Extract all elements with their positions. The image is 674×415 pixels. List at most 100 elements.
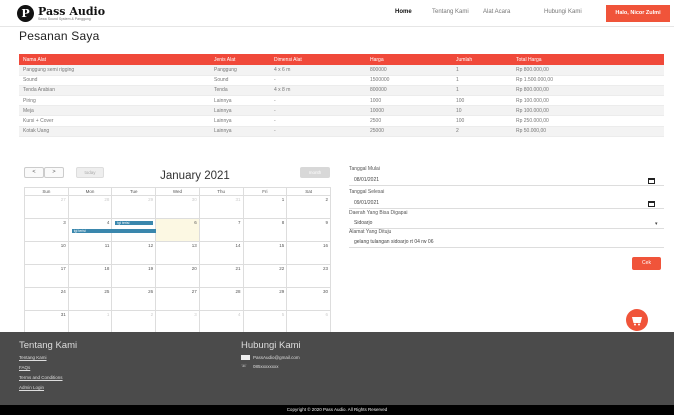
area-select[interactable]: Sidoarjo [349,218,664,229]
calendar-event[interactable]: tgl terisi [115,221,154,225]
mail-icon [241,355,250,360]
footer-link-admin-login[interactable]: Admin Login [19,385,44,390]
col-dimensi-alat: Dimensi Alat [270,54,366,65]
calendar-day[interactable]: 27 [155,287,200,311]
calendar-next-button[interactable]: > [44,167,64,178]
calendar-day[interactable]: 10 [24,241,69,265]
calendar-icon[interactable] [648,178,655,184]
calendar-day[interactable]: 30 [286,287,331,311]
calendar-day[interactable]: 3 [155,310,200,334]
cell: Piring [19,95,210,107]
calendar-day[interactable]: 7 [198,218,244,242]
calendar-day[interactable]: 2 [286,195,331,219]
calendar-day[interactable]: 9 [286,218,331,242]
day-number: 29 [279,289,285,294]
calendar-day[interactable]: 26 [111,287,157,311]
cell: Rp 50.000,00 [512,126,664,137]
calendar-day[interactable]: 25 [67,287,113,311]
calendar-day[interactable]: 23 [286,264,331,288]
calendar-day[interactable]: 22 [242,264,288,288]
calendar-day[interactable]: 29 [242,287,288,311]
footer-link-faqs[interactable]: FAQs [19,365,30,370]
chevron-down-icon[interactable]: ▾ [655,221,658,227]
calendar-day[interactable]: 1 [242,195,288,219]
start-date-field[interactable]: 08/01/2021 [349,175,664,186]
day-number: 5 [281,312,285,317]
calendar-icon[interactable] [648,201,655,207]
day-number: 6 [325,312,328,317]
calendar-day[interactable]: 24 [24,287,69,311]
cell: Rp 800.000,00 [512,65,664,76]
calendar-day[interactable]: 29 [111,195,157,219]
calendar-day[interactable]: 28 [67,195,113,219]
cart-icon[interactable] [626,309,648,331]
footer-link-terms[interactable]: Terms and Conditions [19,375,63,380]
calendar-day[interactable]: 2 [111,310,157,334]
logo-icon[interactable]: P [17,5,34,22]
calendar-day[interactable]: 6 [286,310,331,334]
cell: 1000 [366,95,452,107]
end-date-field[interactable]: 09/01/2021 [349,198,664,209]
calendar-day[interactable]: 30 [155,195,200,219]
cell: 10000 [366,105,452,117]
calendar-day[interactable]: 18 [67,264,113,288]
calendar-day-today[interactable]: 6 [155,218,200,242]
day-number: 28 [104,197,110,202]
cell: Lainnya [210,126,270,137]
calendar-day[interactable]: 15 [242,241,288,265]
day-number: 14 [235,243,241,248]
calendar-day[interactable]: 17 [24,264,69,288]
weekday-header: Sat [286,187,331,196]
calendar-day[interactable]: 16 [286,241,331,265]
footer-phone[interactable]: 085xxxxxxxx [253,364,279,369]
day-number: 30 [191,197,197,202]
nav-alat-acara[interactable]: Alat Acara [483,9,510,15]
day-number: 4 [106,220,110,225]
calendar-prev-button[interactable]: < [24,167,44,178]
calendar-day[interactable]: 31 [198,195,244,219]
table-row: Panggung semi rigging Panggung 4 x 6 m 8000… [19,65,664,76]
cell: 1 [452,75,512,86]
calendar-day[interactable]: 5tgl terisi [111,218,157,242]
calendar-day[interactable]: 21 [198,264,244,288]
calendar-day[interactable]: 4 [198,310,244,334]
cell: 2500 [366,115,452,127]
cell: Tenda [210,85,270,97]
nav-tentang-kami[interactable]: Tentang Kami [432,9,469,15]
check-button[interactable]: Cek [632,257,661,270]
table-row: Sound Sound -1500000 1 Rp 1.500.000,00 [19,75,664,86]
calendar-day[interactable]: 12 [111,241,157,265]
user-menu-button[interactable]: Halo, Nicor Zulmi [606,5,670,22]
cell: 4 x 6 m [270,65,366,76]
calendar-day[interactable]: 13 [155,241,200,265]
cell: - [270,105,366,117]
address-field[interactable]: gelang tulangan sidoarjo rt 04 rw 06 [349,237,664,248]
col-jumlah: Jumlah [452,54,512,65]
calendar-day[interactable]: 28 [198,287,244,311]
calendar-day[interactable]: 3 [24,218,69,242]
calendar-day[interactable]: 1 [67,310,113,334]
calendar-day[interactable]: 5 [242,310,288,334]
day-number: 17 [60,266,66,271]
day-number: 1 [281,197,285,202]
calendar-day[interactable]: 4 tgl terisi [67,218,156,242]
calendar-day[interactable]: 20 [155,264,200,288]
weekday-header: Tue [111,187,157,196]
calendar-month-view-button[interactable]: month [300,167,330,178]
calendar-day[interactable]: 19 [111,264,157,288]
calendar-day[interactable]: 14 [198,241,244,265]
calendar-day[interactable]: 8 [242,218,288,242]
page-title: Pesanan Saya [19,29,100,43]
nav-hubungi-kami[interactable]: Hubungi Kami [544,9,582,15]
nav-home[interactable]: Home [395,9,412,15]
day-number: 21 [235,266,241,271]
calendar-day[interactable]: 11 [67,241,113,265]
brand-tagline: Sewa Sound System & Panggung [38,17,91,21]
footer-email[interactable]: PassAudio@gmail.com [253,355,300,360]
calendar-day[interactable]: 31 [24,310,69,334]
calendar-day[interactable]: 27 [24,195,69,219]
footer-link-about[interactable]: Tentang Kami [19,355,47,360]
calendar-today-button[interactable]: today [76,167,104,178]
col-harga: Harga [366,54,452,65]
phone-icon: ☏ [241,363,247,368]
